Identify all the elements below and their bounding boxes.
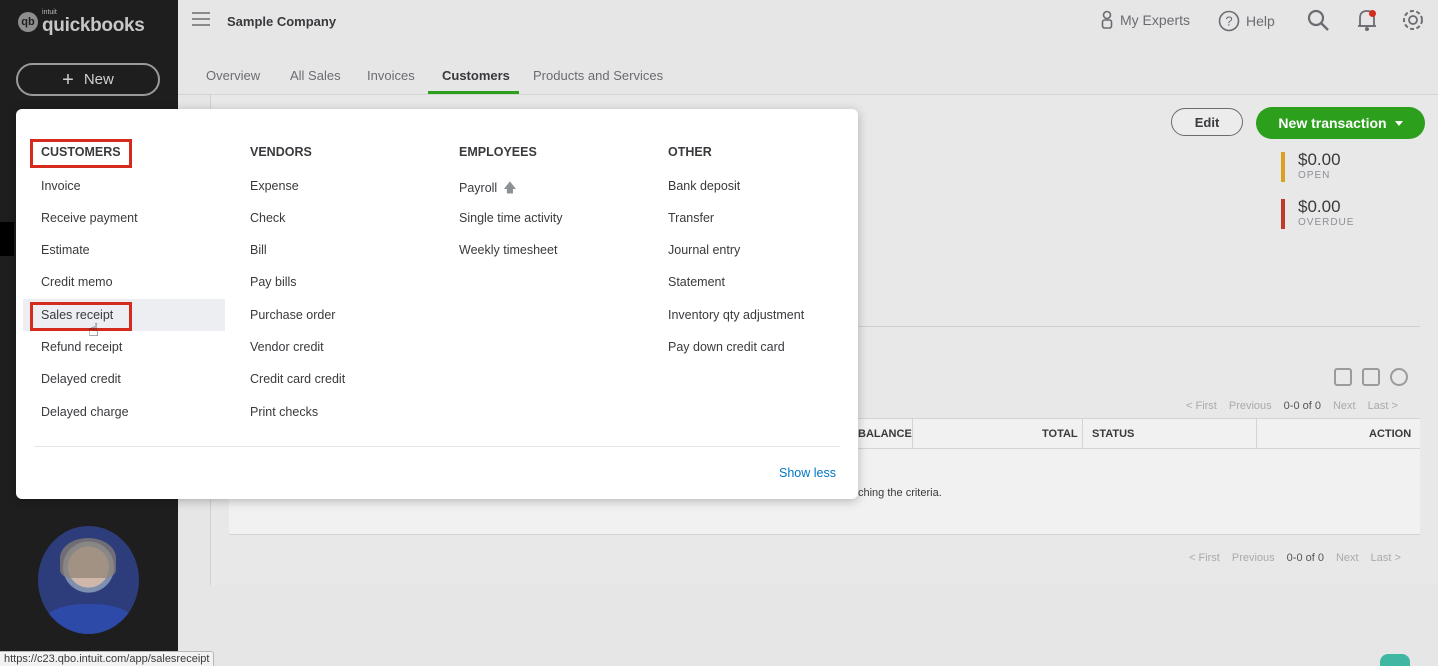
menu-heading-employees: EMPLOYEES (459, 145, 537, 159)
settings-gear-icon[interactable] (1401, 8, 1425, 32)
table-tools (1334, 368, 1408, 386)
menu-item-estimate[interactable]: Estimate (41, 243, 90, 257)
sidebar-selected-indicator (0, 222, 14, 256)
menu-heading-vendors: VENDORS (250, 145, 312, 159)
open-status-bar (1281, 152, 1285, 182)
help-icon: ? (1218, 10, 1240, 32)
my-experts-label: My Experts (1120, 12, 1191, 28)
menu-item-payroll-label: Payroll (459, 181, 498, 195)
menu-item-pay-down-credit-card[interactable]: Pay down credit card (668, 340, 785, 354)
my-experts-button[interactable]: My Experts (1100, 10, 1190, 30)
logo-quickbooks-text: quickbooks (42, 15, 145, 36)
overdue-label: OVERDUE (1298, 217, 1355, 228)
show-less-link[interactable]: Show less (779, 466, 836, 480)
open-amount: $0.00 (1298, 150, 1341, 169)
menu-item-inventory-qty-adjustment[interactable]: Inventory qty adjustment (668, 308, 804, 322)
chevron-down-icon (1394, 120, 1403, 126)
pager-last[interactable]: Last > (1371, 552, 1401, 564)
menu-item-single-time-activity[interactable]: Single time activity (459, 211, 563, 225)
column-action: ACTION (1369, 428, 1412, 440)
pagination-bottom: < First Previous 0-0 of 0 Next Last > (1189, 552, 1401, 564)
overdue-status-bar (1281, 199, 1285, 229)
tab-label: Invoices (367, 68, 415, 83)
pager-previous[interactable]: Previous (1229, 400, 1272, 412)
tab-label: Overview (206, 68, 261, 83)
new-transaction-button[interactable]: New transaction (1256, 107, 1425, 139)
new-transaction-label: New transaction (1278, 115, 1387, 131)
menu-item-bill[interactable]: Bill (250, 243, 267, 257)
active-tab-underline (428, 91, 519, 94)
empty-table-message: ching the criteria. (858, 487, 942, 499)
pager-range: 0-0 of 0 (1283, 400, 1321, 412)
open-label: OPEN (1298, 170, 1331, 181)
column-status[interactable]: STATUS (1092, 428, 1134, 440)
customers-heading-highlight (30, 139, 132, 168)
overdue-amount: $0.00 (1298, 197, 1341, 216)
tab-label: All Sales (290, 68, 341, 83)
menu-item-journal-entry[interactable]: Journal entry (668, 243, 740, 257)
quickbooks-logo[interactable]: qb intuit quickbooks (18, 9, 145, 35)
menu-item-invoice[interactable]: Invoice (41, 179, 81, 193)
chat-assistant-button[interactable] (1380, 654, 1410, 666)
person-icon (1101, 10, 1113, 29)
menu-item-bank-deposit[interactable]: Bank deposit (668, 179, 740, 193)
table-settings-gear-icon[interactable] (1390, 368, 1408, 386)
search-icon[interactable] (1306, 8, 1330, 32)
menu-item-purchase-order[interactable]: Purchase order (250, 308, 335, 322)
pagination-top: < First Previous 0-0 of 0 Next Last > (1186, 400, 1398, 412)
upgrade-arrow-icon: 🡅 (503, 180, 517, 195)
edit-button[interactable]: Edit (1171, 108, 1243, 136)
pager-first[interactable]: < First (1186, 400, 1217, 412)
menu-item-receive-payment[interactable]: Receive payment (41, 211, 138, 225)
menu-item-transfer[interactable]: Transfer (668, 211, 714, 225)
pager-range: 0-0 of 0 (1286, 552, 1324, 564)
pager-next[interactable]: Next (1333, 400, 1356, 412)
menu-heading-other: OTHER (668, 145, 712, 159)
hamburger-menu-icon[interactable] (192, 12, 210, 26)
menu-item-pay-bills[interactable]: Pay bills (250, 275, 297, 289)
menu-item-statement[interactable]: Statement (668, 275, 725, 289)
menu-divider (34, 446, 840, 447)
new-button[interactable]: + New (16, 63, 160, 96)
plus-icon: + (62, 68, 74, 91)
menu-item-check[interactable]: Check (250, 211, 285, 225)
export-icon[interactable] (1362, 368, 1380, 386)
menu-item-refund-receipt[interactable]: Refund receipt (41, 340, 122, 354)
new-transaction-menu: CUSTOMERS Invoice Receive payment Estima… (16, 109, 858, 499)
help-button[interactable]: ? Help (1218, 10, 1275, 32)
company-name: Sample Company (227, 14, 337, 29)
column-total[interactable]: TOTAL (1042, 428, 1078, 440)
menu-item-delayed-charge[interactable]: Delayed charge (41, 405, 129, 419)
sales-receipt-highlight (30, 302, 132, 331)
pager-next[interactable]: Next (1336, 552, 1359, 564)
column-balance[interactable]: BALANCE (858, 428, 912, 440)
status-bar-url: https://c23.qbo.intuit.com/app/salesrece… (0, 651, 215, 666)
menu-item-credit-card-credit[interactable]: Credit card credit (250, 372, 345, 386)
menu-item-expense[interactable]: Expense (250, 179, 299, 193)
help-label: Help (1246, 13, 1275, 29)
menu-item-credit-memo[interactable]: Credit memo (41, 275, 113, 289)
menu-item-delayed-credit[interactable]: Delayed credit (41, 372, 121, 386)
tab-label: Customers (442, 68, 510, 83)
pager-last[interactable]: Last > (1368, 400, 1398, 412)
pager-first[interactable]: < First (1189, 552, 1220, 564)
notification-dot (1369, 10, 1376, 17)
svg-text:?: ? (1225, 14, 1232, 29)
tab-label: Products and Services (533, 68, 664, 83)
print-icon[interactable] (1334, 368, 1352, 386)
presenter-webcam (38, 526, 139, 634)
menu-item-print-checks[interactable]: Print checks (250, 405, 318, 419)
menu-item-weekly-timesheet[interactable]: Weekly timesheet (459, 243, 557, 257)
new-button-label: New (83, 71, 114, 88)
qb-logo-icon: qb (18, 12, 38, 32)
hand-pointer-cursor-icon: ☝ (88, 320, 99, 340)
menu-item-payroll[interactable]: Payroll 🡅 (459, 179, 517, 201)
pager-previous[interactable]: Previous (1232, 552, 1275, 564)
menu-item-vendor-credit[interactable]: Vendor credit (250, 340, 324, 354)
